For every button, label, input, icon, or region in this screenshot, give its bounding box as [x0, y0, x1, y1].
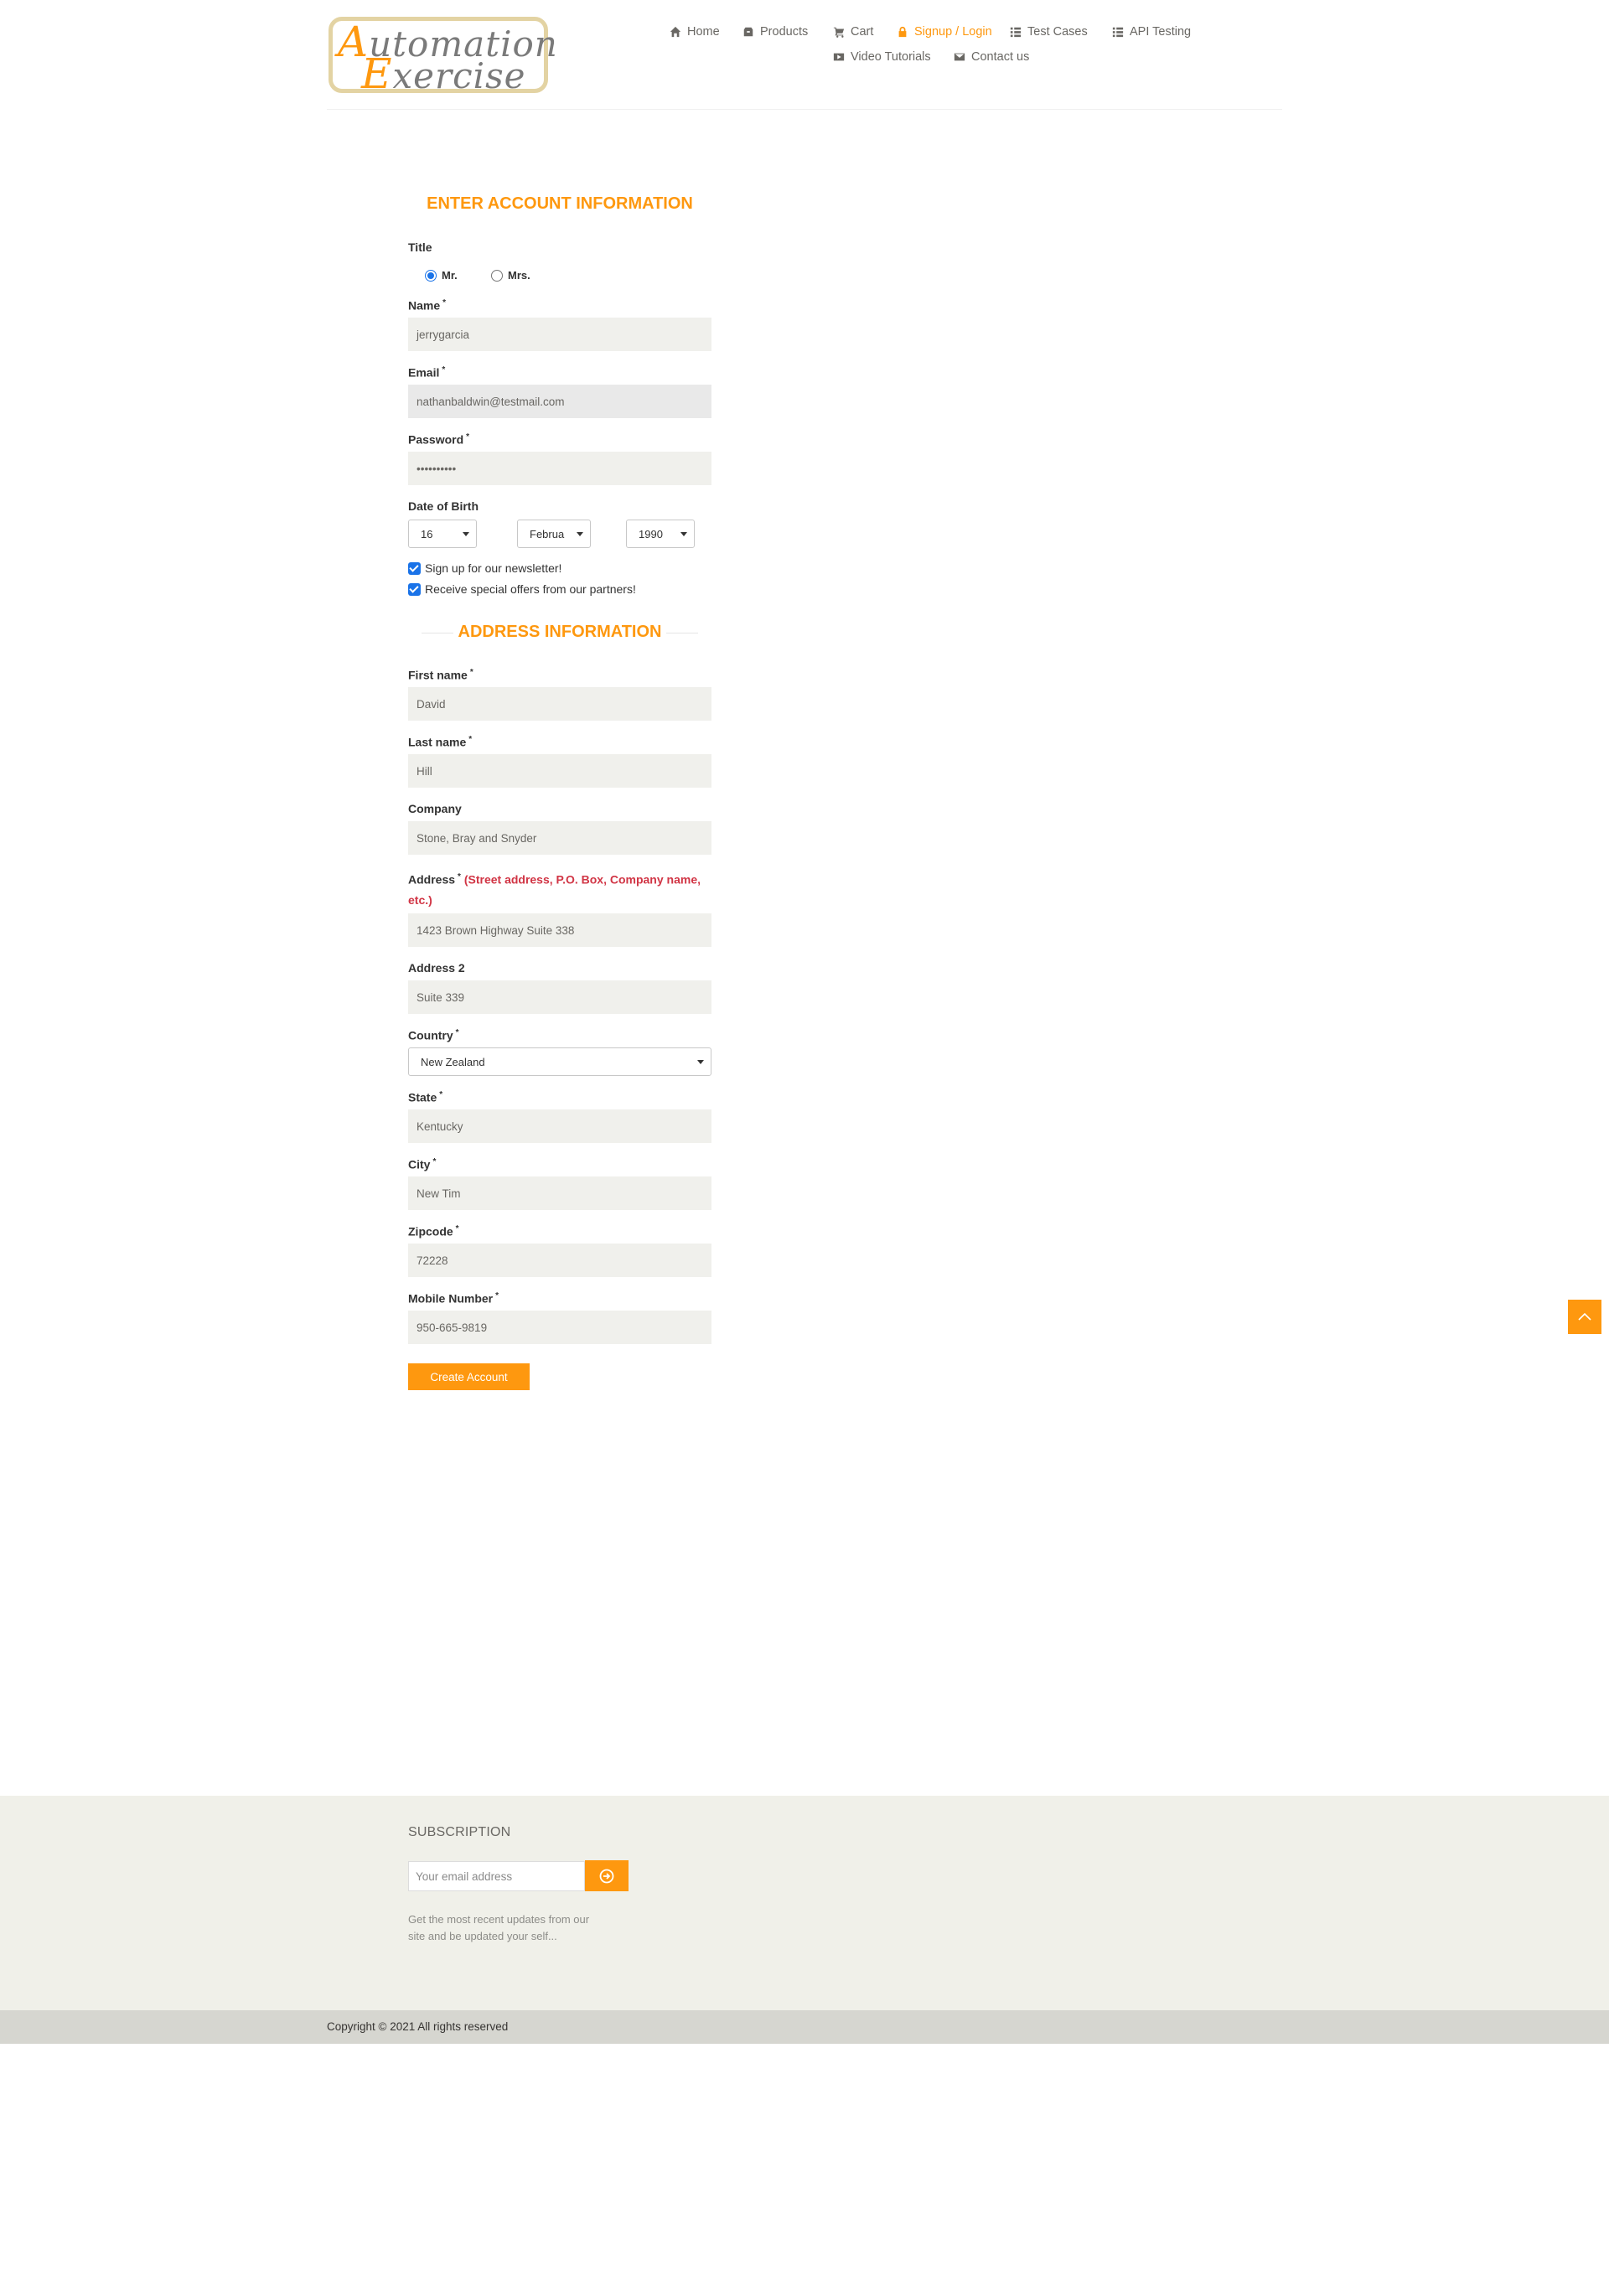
address2-input[interactable]: Suite 339	[408, 980, 711, 1014]
header: Automation Exercise Home Products Cart S…	[0, 0, 1609, 111]
account-info-heading: ENTER ACCOUNT INFORMATION	[427, 194, 693, 213]
email-input[interactable]: nathanbaldwin@testmail.com	[408, 385, 711, 418]
email-label: Email *	[408, 365, 446, 380]
offers-checkbox[interactable]	[408, 582, 421, 596]
zipcode-input[interactable]: 72228	[408, 1244, 711, 1277]
nav-signup-login[interactable]: Signup / Login	[897, 25, 992, 39]
list-icon	[1112, 27, 1124, 38]
envelope-icon	[954, 53, 965, 61]
first-name-label: First name *	[408, 668, 473, 682]
mobile-input[interactable]: 950-665-9819	[408, 1311, 711, 1344]
cart-icon	[833, 27, 845, 38]
first-name-input[interactable]: David	[408, 687, 711, 721]
mobile-label: Mobile Number *	[408, 1291, 499, 1306]
nav-test-cases-label: Test Cases	[1027, 25, 1088, 39]
mrs-radio[interactable]	[491, 269, 503, 282]
products-icon	[743, 27, 753, 37]
youtube-play-icon	[833, 53, 845, 61]
nav-cart[interactable]: Cart	[833, 25, 873, 39]
subscribe-button[interactable]	[585, 1860, 629, 1891]
nav-home-label: Home	[687, 25, 720, 39]
nav-video-tutorials-label: Video Tutorials	[851, 50, 931, 64]
country-label: Country *	[408, 1028, 459, 1042]
dob-day-select[interactable]: 16	[408, 520, 477, 548]
address-info-heading: ADDRESS INFORMATION	[408, 623, 711, 642]
dob-year-select[interactable]: 1990	[626, 520, 695, 548]
mrs-radio-label: Mrs.	[508, 269, 530, 282]
home-icon	[670, 26, 681, 38]
title-option-mrs[interactable]: Mrs.	[491, 269, 530, 282]
nav-contact-us-label: Contact us	[971, 50, 1030, 64]
logo-line-2: Exercise	[361, 49, 526, 98]
list-icon	[1010, 27, 1022, 38]
company-label: Company	[408, 802, 462, 815]
newsletter-checkbox[interactable]	[408, 561, 421, 575]
arrow-circle-right-icon	[599, 1869, 614, 1883]
zipcode-label: Zipcode *	[408, 1224, 459, 1238]
newsletter-label: Sign up for our newsletter!	[425, 561, 562, 575]
lock-icon	[898, 26, 907, 38]
nav-signup-login-label: Signup / Login	[914, 25, 992, 39]
nav-video-tutorials[interactable]: Video Tutorials	[833, 50, 931, 64]
newsletter-option[interactable]: Sign up for our newsletter!	[408, 561, 561, 575]
password-label: Password *	[408, 432, 470, 447]
name-label: Name *	[408, 298, 447, 313]
nav-contact-us[interactable]: Contact us	[954, 50, 1029, 64]
name-input[interactable]: jerrygarcia	[408, 318, 711, 351]
password-input[interactable]: ••••••••••	[408, 452, 711, 485]
address2-label: Address 2	[408, 961, 465, 975]
header-divider	[327, 109, 1282, 110]
site-logo[interactable]: Automation Exercise	[329, 17, 557, 98]
title-label: Title	[408, 240, 432, 254]
chevron-up-icon	[1578, 1312, 1591, 1321]
last-name-label: Last name *	[408, 735, 473, 749]
footer-widget: SUBSCRIPTION Your email address Get the …	[0, 1796, 1609, 2010]
last-name-input[interactable]: Hill	[408, 754, 711, 788]
city-input[interactable]: New Tim	[408, 1176, 711, 1210]
subscription-text: Get the most recent updates from our sit…	[408, 1913, 590, 1942]
nav-cart-label: Cart	[851, 25, 874, 39]
nav-products[interactable]: Products	[742, 25, 808, 39]
title-option-mr[interactable]: Mr.	[425, 269, 458, 282]
chevron-down-icon	[697, 1059, 704, 1064]
copyright-text: Copyright © 2021 All rights reserved	[327, 2020, 509, 2033]
dob-month-select[interactable]: Februa	[517, 520, 591, 548]
state-label: State *	[408, 1090, 443, 1104]
nav-home[interactable]: Home	[670, 25, 720, 39]
company-input[interactable]: Stone, Bray and Snyder	[408, 821, 711, 855]
offers-label: Receive special offers from our partners…	[425, 582, 636, 596]
footer-bottom: Copyright © 2021 All rights reserved	[0, 2010, 1609, 2044]
nav-api-testing[interactable]: API Testing	[1112, 25, 1191, 39]
offers-option[interactable]: Receive special offers from our partners…	[408, 582, 636, 596]
dob-label: Date of Birth	[408, 499, 479, 513]
mr-radio[interactable]	[425, 269, 437, 282]
nav-test-cases[interactable]: Test Cases	[1010, 25, 1088, 39]
country-select[interactable]: New Zealand	[408, 1047, 711, 1076]
mr-radio-label: Mr.	[442, 269, 458, 282]
chevron-down-icon	[577, 531, 583, 536]
address-label: Address * (Street address, P.O. Box, Comp…	[408, 872, 701, 907]
city-label: City *	[408, 1157, 437, 1171]
chevron-down-icon	[680, 531, 687, 536]
create-account-button[interactable]: Create Account	[408, 1363, 530, 1390]
chevron-down-icon	[463, 531, 469, 536]
subscription-email-input[interactable]: Your email address	[408, 1861, 585, 1891]
address-input[interactable]: 1423 Brown Highway Suite 338	[408, 913, 711, 947]
state-input[interactable]: Kentucky	[408, 1109, 711, 1143]
subscription-title: SUBSCRIPTION	[408, 1825, 511, 1839]
scroll-up-button[interactable]	[1568, 1300, 1601, 1334]
nav-products-label: Products	[760, 25, 809, 39]
nav-api-testing-label: API Testing	[1130, 25, 1192, 39]
